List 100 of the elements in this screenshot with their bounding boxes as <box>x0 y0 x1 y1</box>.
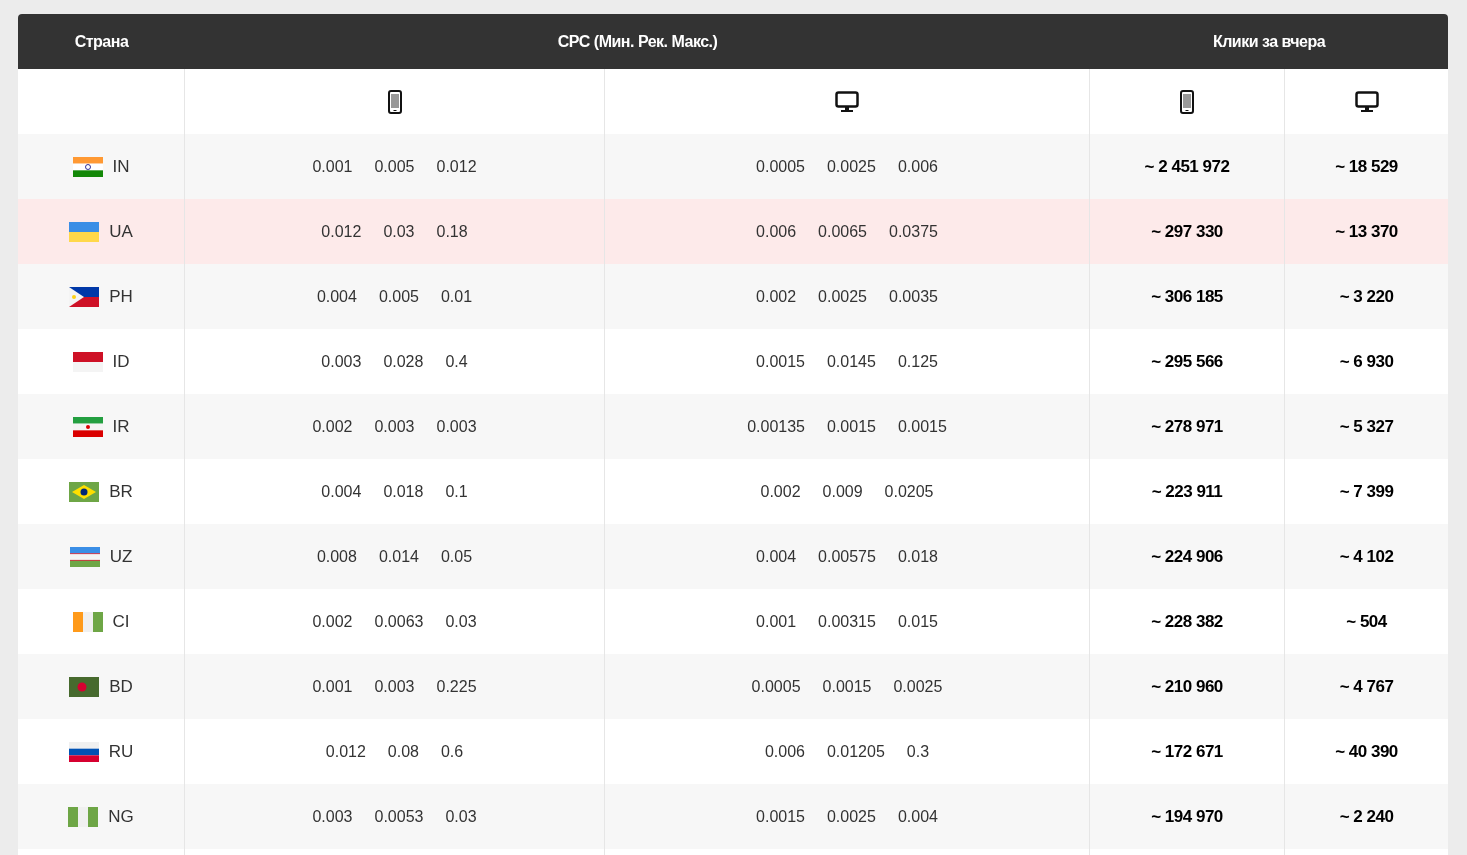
flag-icon <box>68 806 99 827</box>
clicks-value: ~ 13 370 <box>1335 220 1398 243</box>
cpc-value: 0.0053 <box>374 806 424 827</box>
cpc-value: 0.018 <box>897 546 938 567</box>
cpc-value: 0.003 <box>374 416 415 437</box>
cpc-value: 0.03 <box>383 221 415 242</box>
flag-icon <box>69 221 100 242</box>
country-code: PH <box>109 285 133 308</box>
clicks-value: ~ 18 529 <box>1335 155 1398 178</box>
cpc-value: 0.014 <box>378 546 419 567</box>
flag-icon <box>69 676 100 697</box>
cpc-value: 0.004 <box>756 546 797 567</box>
country-code: CI <box>112 610 130 633</box>
clicks-value: ~ 2 451 972 <box>1144 155 1230 178</box>
clicks-value: ~ 4 767 <box>1339 675 1394 698</box>
cpc-value: 0.225 <box>436 676 477 697</box>
clicks-value: ~ 210 960 <box>1151 675 1223 698</box>
cpc-value: 0.0035 <box>889 286 938 307</box>
flag-icon <box>68 741 99 762</box>
cpc-value: 0.001 <box>312 676 353 697</box>
country-code: ID <box>112 350 130 373</box>
cpc-value: 0.0025 <box>893 676 943 697</box>
clicks-value: ~ 295 566 <box>1151 350 1223 373</box>
cpc-value: 0.018 <box>383 481 424 502</box>
cpc-value: 0.01 <box>440 286 473 307</box>
cpc-value: 0.0015 <box>827 416 876 437</box>
flag-icon <box>72 416 103 437</box>
cpc-value: 0.002 <box>312 416 353 437</box>
cpc-value: 0.001 <box>312 156 353 177</box>
clicks-value: ~ 172 671 <box>1151 740 1223 763</box>
cpc-value: 0.001 <box>756 611 797 632</box>
clicks-value: ~ 3 220 <box>1339 285 1394 308</box>
cpc-value: 0.003 <box>436 416 477 437</box>
cpc-value: 0.6 <box>440 741 464 762</box>
cpc-value: 0.012 <box>436 156 477 177</box>
cpc-value: 0.006 <box>897 156 938 177</box>
cpc-value: 0.0015 <box>822 676 872 697</box>
cpc-value: 0.0005 <box>756 156 805 177</box>
clicks-value: ~ 7 399 <box>1339 480 1394 503</box>
flag-icon <box>72 611 103 632</box>
country-code: BD <box>109 675 133 698</box>
cpc-value: 0.0065 <box>818 221 867 242</box>
country-code: BR <box>109 480 133 503</box>
cpc-value: 0.005 <box>378 286 419 307</box>
cpc-value: 0.004 <box>316 286 357 307</box>
cpc-value: 0.18 <box>436 221 468 242</box>
cpc-value: 0.00315 <box>818 611 876 632</box>
clicks-value: ~ 228 382 <box>1151 610 1223 633</box>
cpc-value: 0.015 <box>897 611 938 632</box>
clicks-value: ~ 224 906 <box>1151 545 1223 568</box>
clicks-value: ~ 297 330 <box>1151 220 1223 243</box>
clicks-value: ~ 278 971 <box>1151 415 1223 438</box>
cpc-value: 0.4 <box>445 351 468 372</box>
flag-icon <box>69 481 100 502</box>
country-code: IR <box>112 415 130 438</box>
clicks-value: ~ 306 185 <box>1151 285 1223 308</box>
clicks-value: ~ 40 390 <box>1335 740 1398 763</box>
cpc-value: 0.0015 <box>756 351 805 372</box>
clicks-value: ~ 223 911 <box>1151 480 1223 503</box>
cpc-value: 0.1 <box>445 481 468 502</box>
cpc-value: 0.012 <box>321 221 362 242</box>
cpc-value: 0.00575 <box>818 546 876 567</box>
country-code: RU <box>108 740 134 763</box>
cpc-value: 0.05 <box>440 546 473 567</box>
column-header: CPC (Мин. Рек. Макс.) <box>557 31 718 52</box>
cpc-value: 0.08 <box>387 741 419 762</box>
cpc-value: 0.01205 <box>826 741 885 762</box>
cpc-value: 0.002 <box>756 286 797 307</box>
cpc-value: 0.003 <box>374 676 415 697</box>
flag-icon <box>69 546 100 567</box>
cpc-value: 0.002 <box>312 611 353 632</box>
clicks-value: ~ 5 327 <box>1339 415 1394 438</box>
cpc-value: 0.0025 <box>826 156 876 177</box>
cpc-value: 0.0375 <box>889 221 938 242</box>
cpc-value: 0.0025 <box>826 806 876 827</box>
cpc-value: 0.003 <box>321 351 362 372</box>
flag-icon <box>72 351 103 372</box>
monitor-icon <box>1354 90 1379 113</box>
phone-icon <box>1180 89 1194 114</box>
clicks-value: ~ 4 102 <box>1339 545 1394 568</box>
cpc-value: 0.0145 <box>826 351 876 372</box>
clicks-value: ~ 194 970 <box>1151 805 1223 828</box>
country-code: UZ <box>109 545 133 568</box>
column-header: Клики за вчера <box>1212 31 1326 52</box>
cpc-value: 0.0015 <box>897 416 947 437</box>
cpc-value: 0.004 <box>897 806 938 827</box>
country-code: UA <box>109 220 133 243</box>
cpc-value: 0.03 <box>445 611 477 632</box>
cpc-value: 0.009 <box>822 481 863 502</box>
cpc-value: 0.3 <box>906 741 930 762</box>
cpc-value: 0.006 <box>764 741 805 762</box>
cpc-value: 0.002 <box>760 481 801 502</box>
cpc-value: 0.004 <box>321 481 362 502</box>
cpc-value: 0.012 <box>325 741 366 762</box>
phone-icon <box>387 89 402 114</box>
country-code: IN <box>112 155 130 178</box>
cpc-value: 0.005 <box>374 156 415 177</box>
clicks-value: ~ 6 930 <box>1339 350 1394 373</box>
country-code: NG <box>108 805 134 828</box>
cpc-value: 0.03 <box>445 806 477 827</box>
